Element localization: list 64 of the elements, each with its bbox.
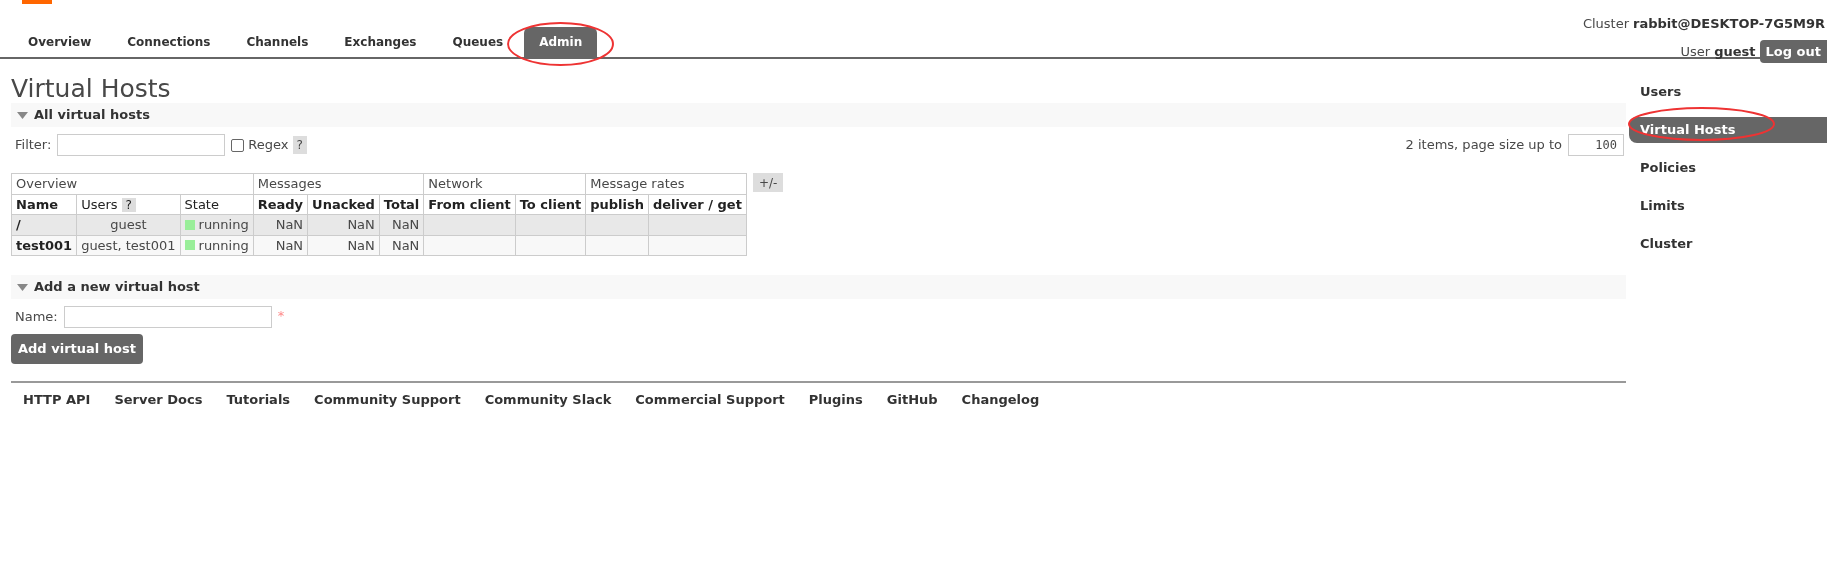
sidebar-item[interactable]: Users xyxy=(1629,79,1827,105)
columns-toggle-button[interactable]: +/- xyxy=(752,173,784,192)
sidebar-item[interactable]: Virtual Hosts xyxy=(1629,117,1827,143)
nav-tab[interactable]: Connections xyxy=(112,27,226,57)
cluster-name: rabbit@DESKTOP-7G5M9R xyxy=(1633,15,1825,33)
name-label: Name: xyxy=(14,308,58,327)
column-header[interactable]: Unacked xyxy=(307,194,380,215)
column-header[interactable]: From client xyxy=(423,194,516,215)
footer-link[interactable]: Plugins xyxy=(808,390,863,410)
state-text: running xyxy=(198,216,249,234)
help-button[interactable]: ? xyxy=(121,197,136,212)
column-header[interactable]: deliver / get xyxy=(648,194,747,215)
paging-text: 2 items, page size up to xyxy=(1405,136,1562,155)
nav-tab[interactable]: Channels xyxy=(231,27,324,57)
table-cell: NaN xyxy=(307,235,380,256)
footer-link[interactable]: Community Support xyxy=(314,390,461,410)
logout-button[interactable]: Log out xyxy=(1759,39,1827,63)
column-header[interactable]: Name xyxy=(11,194,77,215)
table-cell: NaN xyxy=(253,214,308,235)
column-header[interactable]: State xyxy=(180,194,254,215)
page-title: Virtual Hosts xyxy=(11,75,172,103)
footer-link[interactable]: Tutorials xyxy=(226,390,291,410)
sidebar-item[interactable]: Cluster xyxy=(1629,231,1827,257)
nav-tab[interactable]: Queues xyxy=(437,27,519,57)
vhost-name-cell[interactable]: / xyxy=(11,214,77,235)
column-header[interactable]: Total xyxy=(379,194,424,215)
column-header[interactable]: To client xyxy=(515,194,586,215)
footer-link[interactable]: Changelog xyxy=(961,390,1040,410)
column-header[interactable]: publish xyxy=(585,194,649,215)
table-cell: NaN xyxy=(379,214,424,235)
table-cell: NaN xyxy=(307,214,380,235)
sidebar-item[interactable]: Limits xyxy=(1629,193,1827,219)
footer-link[interactable]: Community Slack xyxy=(484,390,612,410)
help-button[interactable]: ? xyxy=(292,136,307,154)
footer-link[interactable]: HTTP API xyxy=(23,390,91,410)
table-cell: guest xyxy=(76,214,181,235)
page-size-field[interactable]: 100 xyxy=(1568,134,1624,156)
table-cell: NaN xyxy=(253,235,308,256)
required-mark: * xyxy=(277,307,285,325)
column-group-header: Message rates xyxy=(585,173,747,194)
state-text: running xyxy=(198,236,249,255)
column-header[interactable]: Ready xyxy=(253,194,308,215)
column-group-header: Messages xyxy=(253,173,424,194)
filter-label: Filter: xyxy=(14,136,52,155)
cluster-label: Cluster xyxy=(1582,15,1630,33)
vhost-name-cell[interactable]: test001 xyxy=(11,235,77,256)
section-header[interactable]: Add a new virtual host xyxy=(11,275,1626,299)
footer-link[interactable]: Commercial Support xyxy=(635,390,785,410)
nav-tab[interactable]: Admin xyxy=(524,27,598,57)
footer-link[interactable]: GitHub xyxy=(886,390,938,410)
nav-tab[interactable]: Exchanges xyxy=(329,27,432,57)
column-group-header: Overview xyxy=(11,173,254,194)
column-group-header: Network xyxy=(423,173,586,194)
column-header: Users xyxy=(81,196,118,212)
table-cell: guest, test001 xyxy=(76,235,181,256)
sidebar-item[interactable]: Policies xyxy=(1629,155,1827,181)
user-label: User xyxy=(1680,42,1711,61)
table-cell: NaN xyxy=(379,235,424,256)
add-virtual-host-button[interactable]: Add virtual host xyxy=(11,334,143,364)
nav-tab[interactable]: Overview xyxy=(13,27,107,57)
section-header[interactable]: All virtual hosts xyxy=(11,103,1626,127)
regex-label: Regex xyxy=(248,136,289,155)
footer-link[interactable]: Server Docs xyxy=(114,390,203,410)
user-name: guest xyxy=(1714,42,1756,61)
